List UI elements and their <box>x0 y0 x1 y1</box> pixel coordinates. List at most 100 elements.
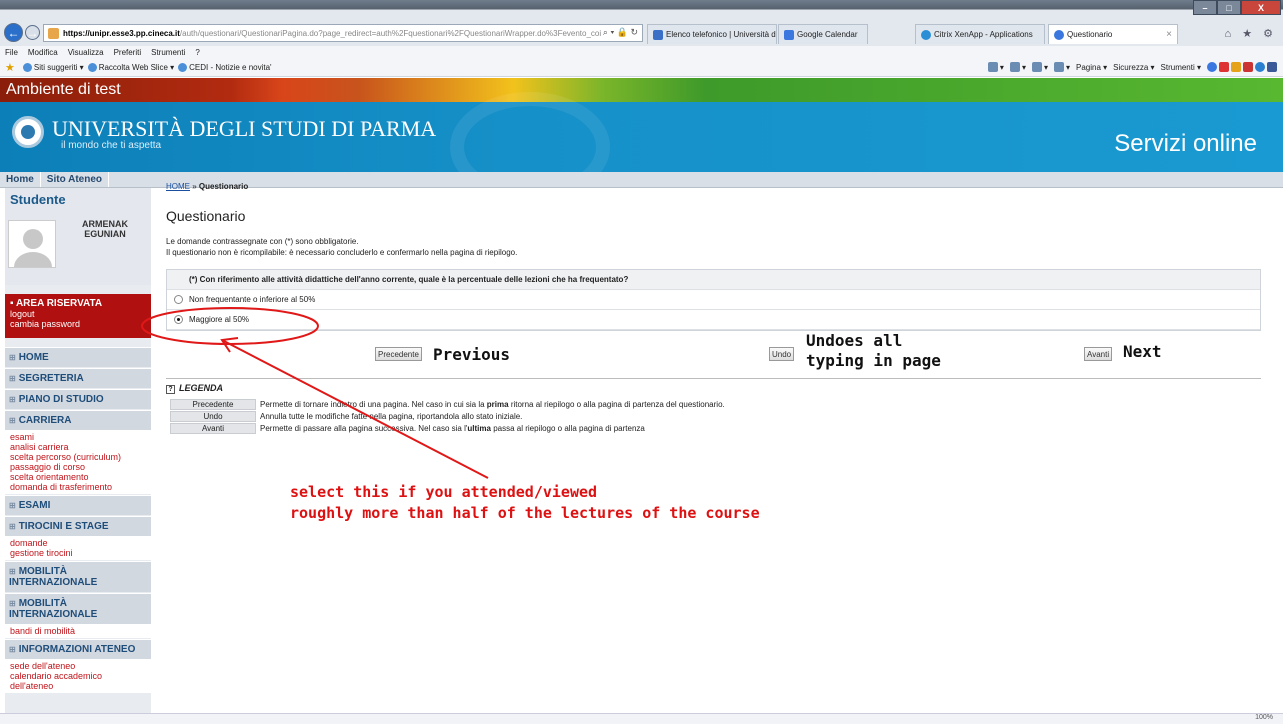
option-row[interactable]: Non frequentante o inferiore al 50% <box>167 290 1260 310</box>
feeds-icon[interactable] <box>1009 62 1020 72</box>
home-icon[interactable] <box>987 62 998 72</box>
menu-visualizza[interactable]: Visualizza <box>68 48 104 57</box>
expand-icon: ⊞ <box>9 416 16 425</box>
sidebar-link[interactable]: calendario accademico dell'ateneo <box>10 671 146 691</box>
sidebar-section-label: PIANO DI STUDIO <box>18 394 104 405</box>
cmd-sicurezza[interactable]: Sicurezza ▾ <box>1113 63 1154 72</box>
address-bar[interactable]: https://unipr.esse3.pp.cineca.it/auth/qu… <box>43 24 643 42</box>
sidebar-link[interactable]: domande <box>10 538 146 548</box>
favorites-star-icon[interactable]: ★ <box>5 61 15 74</box>
sidebar-section[interactable]: ⊞ HOME <box>5 347 151 367</box>
close-window-icon[interactable]: X <box>1241 0 1281 15</box>
minimize-icon[interactable]: – <box>1193 0 1217 15</box>
addon-icon[interactable] <box>1219 62 1229 72</box>
maximize-icon[interactable]: □ <box>1217 0 1241 15</box>
breadcrumb-home[interactable]: HOME <box>166 182 190 191</box>
sidebar-section[interactable]: ⊞ ESAMI <box>5 495 151 515</box>
cambia-password-link[interactable]: cambia password <box>10 319 146 329</box>
sidebar-link[interactable]: sede dell'ateneo <box>10 661 146 671</box>
sidebar-link[interactable]: bandi di mobilità <box>10 626 146 636</box>
tab-questionario[interactable]: Questionario × <box>1048 24 1178 44</box>
status-bar: 100% <box>0 713 1283 724</box>
sidebar-section-label: MOBILITÀ INTERNAZIONALE <box>9 598 98 620</box>
sidebar-section-label: CARRIERA <box>18 415 72 426</box>
topnav-sito-ateneo[interactable]: Sito Ateneo <box>41 172 109 187</box>
sidebar-section-label: ESAMI <box>18 500 51 511</box>
sidebar-section[interactable]: ⊞ MOBILITÀ INTERNAZIONALE <box>5 561 151 592</box>
addon-icon[interactable] <box>1231 62 1241 72</box>
university-motto: il mondo che ti aspetta <box>61 140 162 151</box>
skype-icon[interactable] <box>1255 62 1265 72</box>
menu-bar: File Modifica Visualizza Preferiti Strum… <box>0 46 1283 59</box>
logout-link[interactable]: logout <box>10 309 146 319</box>
question-header: (*) Con riferimento alle attività didatt… <box>167 270 1260 290</box>
home-star-gear-icons[interactable]: ⌂ ★ ⚙ <box>1225 27 1277 40</box>
precedente-button[interactable]: Precedente <box>375 347 422 361</box>
fav-raccolta[interactable]: Raccolta Web Slice ▾ <box>99 63 174 72</box>
menu-modifica[interactable]: Modifica <box>28 48 58 57</box>
help-icon[interactable] <box>1207 62 1217 72</box>
sidebar-section-label: INFORMAZIONI ATENEO <box>18 644 136 655</box>
print-icon[interactable] <box>1053 62 1064 72</box>
fav-siti[interactable]: Siti suggeriti ▾ <box>34 63 84 72</box>
menu-help[interactable]: ? <box>195 48 199 57</box>
sidebar-link[interactable]: passaggio di corso <box>10 462 146 472</box>
university-logo[interactable] <box>12 116 44 148</box>
undo-button[interactable]: Undo <box>769 347 795 361</box>
tab-calendar[interactable]: Google Calendar <box>778 24 868 44</box>
citrix-icon <box>921 29 931 40</box>
sidebar-link[interactable]: scelta percorso (curriculum) <box>10 452 146 462</box>
breadcrumb: HOME » Questionario <box>166 182 249 191</box>
radio-option-0[interactable] <box>173 295 183 304</box>
menu-preferiti[interactable]: Preferiti <box>114 48 142 57</box>
annotation-hint: select this if you attended/viewed rough… <box>290 483 760 522</box>
tab-citrix[interactable]: Citrix XenApp - Applications <box>915 24 1045 44</box>
sidebar-link[interactable]: domanda di trasferimento <box>10 482 146 492</box>
mail-icon[interactable] <box>1031 62 1042 72</box>
sidebar-section-label: MOBILITÀ INTERNAZIONALE <box>9 566 98 588</box>
calendar-icon <box>784 29 794 40</box>
back-arrow-icon[interactable]: ← <box>4 23 23 42</box>
annotation-previous: Previous <box>433 345 511 364</box>
option-label: Non frequentante o inferiore al 50% <box>189 295 316 304</box>
sidebar-link[interactable]: esami <box>10 432 146 442</box>
cmd-pagina[interactable]: Pagina ▾ <box>1076 63 1107 72</box>
command-bar: ▾ ▾ ▾ ▾ Pagina ▾ Sicurezza ▾ Strumenti ▾ <box>987 62 1279 72</box>
browser-titlebar: ← → https://unipr.esse3.pp.cineca.it/aut… <box>0 0 1283 46</box>
addon-icon[interactable] <box>1243 62 1253 72</box>
legend-desc: Permette di passare alla pagina successi… <box>260 423 645 433</box>
sidebar-link[interactable]: scelta orientamento <box>10 472 146 482</box>
legend-row: Precedente Permette di tornare indietro … <box>170 398 725 410</box>
url-path: /auth/questionari/QuestionariPagina.do?p… <box>179 28 602 38</box>
expand-icon: ⊞ <box>9 522 16 531</box>
topnav-home[interactable]: Home <box>0 172 41 187</box>
sidebar-section[interactable]: ⊞ SEGRETERIA <box>5 368 151 388</box>
sidebar-section-label: HOME <box>18 352 49 363</box>
menu-strumenti[interactable]: Strumenti <box>151 48 185 57</box>
sidebar-section[interactable]: ⊞ MOBILITÀ INTERNAZIONALE <box>5 593 151 624</box>
sidebar-section[interactable]: ⊞ CARRIERA <box>5 410 151 430</box>
tab-favicon-icon <box>653 29 663 40</box>
sidebar-section[interactable]: ⊞ INFORMAZIONI ATENEO <box>5 639 151 659</box>
radio-option-1[interactable] <box>173 315 183 324</box>
option-row[interactable]: Maggiore al 50% <box>167 310 1260 330</box>
sidebar-section[interactable]: ⊞ TIROCINI E STAGE <box>5 516 151 536</box>
cmd-strumenti[interactable]: Strumenti ▾ <box>1161 63 1201 72</box>
fav-cedi[interactable]: CEDI - Notizie e novita' <box>189 63 271 72</box>
tab-elenco[interactable]: Elenco telefonico | Università d... <box>647 24 777 44</box>
student-name: ARMENAK EGUNIAN <box>82 219 128 239</box>
legend: Precedente Permette di tornare indietro … <box>170 398 725 434</box>
close-tab-icon[interactable]: × <box>1166 29 1172 40</box>
forward-arrow-icon[interactable]: → <box>25 25 40 40</box>
environment-banner: Ambiente di test <box>0 78 1283 102</box>
menu-file[interactable]: File <box>5 48 18 57</box>
favorite-item-icon <box>87 63 97 72</box>
avanti-button[interactable]: Avanti <box>1084 347 1113 361</box>
sidebar-link[interactable]: gestione tirocini <box>10 548 146 558</box>
legend-row: Avanti Permette di passare alla pagina s… <box>170 422 725 434</box>
sidebar-section[interactable]: ⊞ PIANO DI STUDIO <box>5 389 151 409</box>
sidebar-link[interactable]: analisi carriera <box>10 442 146 452</box>
zoom-level[interactable]: 100% <box>1255 714 1273 721</box>
search-lock-refresh-icon[interactable]: ⌕ ▾ 🔒 ↻ <box>602 27 638 38</box>
addon-icon[interactable] <box>1267 62 1277 72</box>
